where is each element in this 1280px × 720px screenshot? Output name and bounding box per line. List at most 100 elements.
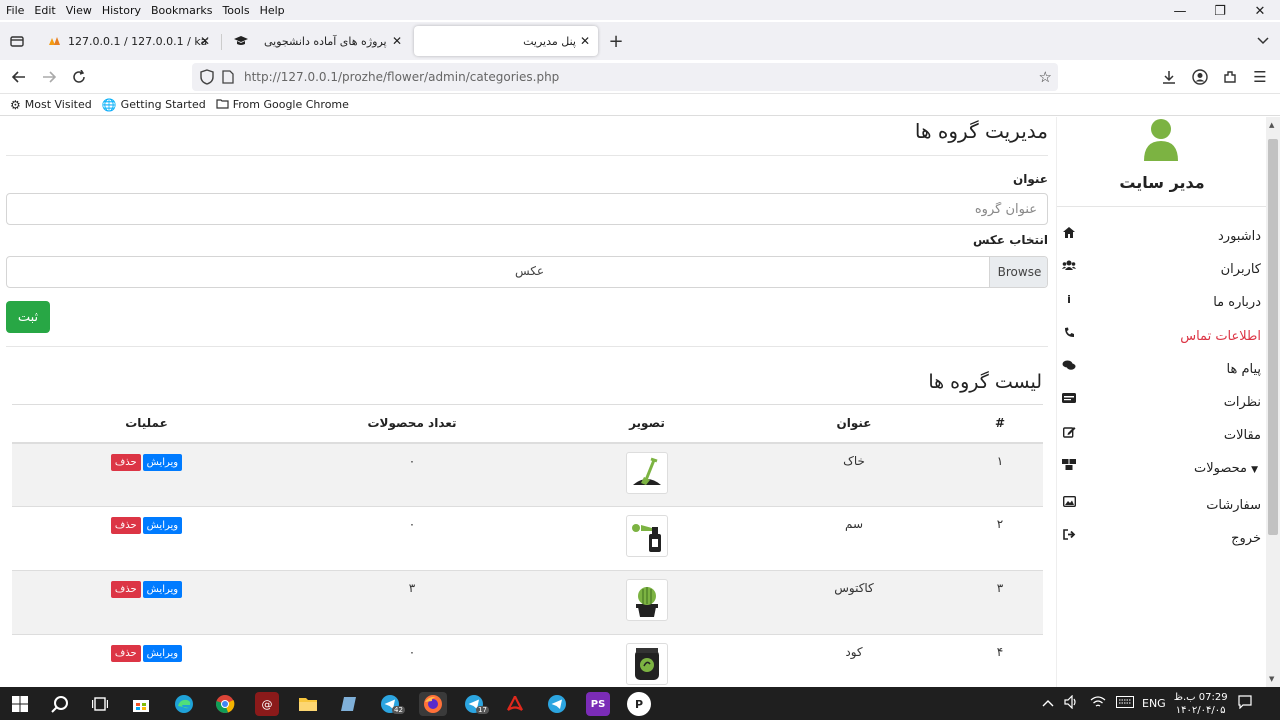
sidebar-item-label: کاربران (1220, 262, 1261, 277)
windows-taskbar: @ 42 17 PS P ENG 07:29 ب.ظ ۱۴۰۲/۰۴/۰۵ (0, 687, 1280, 720)
page-scrollbar[interactable]: ▲ ▼ (1266, 117, 1280, 687)
app-p-icon[interactable]: P (627, 692, 651, 716)
firefox-icon[interactable] (419, 692, 447, 716)
tab-close-icon[interactable]: ✕ (200, 34, 210, 48)
tab-phpmyadmin[interactable]: 127.0.0.1 / 127.0.0.1 / kafemobi ✕ (40, 26, 218, 56)
categories-table: # عنوان تصویر تعداد محصولات عملیات ۱ خاک (12, 404, 1043, 687)
home-icon (1061, 227, 1077, 241)
telegram-icon[interactable] (545, 692, 569, 716)
notepad-icon[interactable] (337, 692, 361, 716)
image-file-input[interactable]: Browse عکس (6, 256, 1048, 288)
url-text[interactable]: http://127.0.0.1/prozhe/flower/admin/cat… (244, 70, 559, 84)
bookmark-from-google-chrome[interactable]: From Google Chrome (216, 98, 349, 112)
forward-arrow-icon[interactable] (38, 66, 60, 88)
bookmark-label: Most Visited (24, 98, 92, 111)
scroll-down-icon[interactable]: ▼ (1269, 675, 1274, 683)
sidebar-item-articles[interactable]: مقالات (1057, 424, 1267, 448)
submit-button[interactable]: ثبت (6, 301, 50, 333)
search-icon[interactable] (48, 692, 72, 716)
wifi-icon[interactable] (1090, 695, 1106, 712)
tab-admin-panel[interactable]: پنل مدیریت ✕ (414, 26, 598, 56)
delete-button[interactable]: حذف (110, 517, 141, 534)
keyboard-icon[interactable] (1116, 696, 1134, 711)
sidebar-item-users[interactable]: کاربران (1057, 258, 1267, 282)
sidebar-item-contact[interactable]: اطلاعات تماس (1057, 325, 1267, 349)
chrome-icon[interactable] (213, 692, 237, 716)
edge-browser-icon[interactable] (172, 692, 196, 716)
store-icon[interactable] (129, 692, 153, 716)
clock-time: 07:29 ب.ظ (1173, 691, 1228, 703)
comments-icon (1061, 360, 1077, 374)
acrobat-icon[interactable] (503, 692, 527, 716)
menu-bookmarks[interactable]: Bookmarks (151, 4, 212, 17)
sidebar-item-messages[interactable]: پیام ها (1057, 358, 1267, 382)
bookmark-getting-started[interactable]: 🌐 Getting Started (102, 98, 206, 112)
edit-button[interactable]: ویرایش (142, 517, 183, 534)
sidebar-item-orders[interactable]: سفارشات (1057, 494, 1267, 518)
row-image-cell (543, 570, 751, 635)
app-red-icon[interactable]: @ (255, 692, 279, 716)
delete-button[interactable]: حذف (110, 645, 141, 662)
table-row: ۴ کود ۰ ویرایشحذف (12, 634, 1043, 687)
sidebar-item-products[interactable]: ▼ محصولات (1057, 457, 1267, 481)
row-actions: ویرایشحذف (12, 570, 281, 635)
tab-student-projects[interactable]: پروژه های آماده دانشجویی ✕ (226, 26, 410, 56)
sidebar-item-label: نظرات (1223, 395, 1261, 410)
notifications-icon[interactable] (1237, 695, 1252, 712)
browse-button[interactable]: Browse (989, 257, 1047, 287)
chevron-up-icon[interactable] (1042, 697, 1054, 710)
divider (1057, 206, 1267, 207)
spray-bottle-icon (626, 515, 668, 557)
account-icon[interactable] (1189, 66, 1211, 88)
extensions-icon[interactable] (1219, 66, 1241, 88)
restore-icon[interactable]: ❐ (1200, 0, 1240, 22)
phpmyadmin-icon (48, 34, 62, 48)
delete-button[interactable]: حذف (110, 453, 141, 471)
site-admin-name: مدیر سایت (1119, 173, 1205, 192)
volume-icon[interactable] (1064, 694, 1080, 712)
menu-file[interactable]: File (6, 4, 24, 17)
clock[interactable]: 07:29 ب.ظ ۱۴۰۲/۰۴/۰۵ (1174, 691, 1228, 717)
scroll-up-icon[interactable]: ▲ (1269, 121, 1274, 129)
close-icon[interactable]: ✕ (1240, 0, 1280, 22)
list-title: لیست گروه ها (928, 371, 1042, 393)
tab-overview-icon[interactable] (6, 30, 28, 52)
menu-help[interactable]: Help (260, 4, 285, 17)
language-indicator[interactable]: ENG (1142, 697, 1166, 710)
menu-view[interactable]: View (66, 4, 92, 17)
hamburger-menu-icon[interactable]: ☰ (1249, 66, 1271, 88)
file-explorer-icon[interactable] (296, 692, 320, 716)
info-icon: i (1067, 293, 1071, 306)
edit-button[interactable]: ویرایش (142, 645, 183, 662)
edit-button[interactable]: ویرایش (142, 453, 183, 471)
delete-button[interactable]: حذف (110, 581, 141, 598)
menu-edit[interactable]: Edit (34, 4, 55, 17)
sidebar-item-logout[interactable]: خروج (1057, 527, 1267, 551)
menu-history[interactable]: History (102, 4, 141, 17)
edit-button[interactable]: ویرایش (142, 581, 183, 598)
minimize-icon[interactable]: — (1160, 0, 1200, 22)
list-all-tabs-icon[interactable] (1252, 30, 1274, 52)
page-viewport: مدیریت گروه ها عنوان انتخاب عکس Browse ع… (0, 117, 1280, 687)
boxes-icon (1061, 459, 1077, 473)
phpstorm-icon[interactable]: PS (586, 692, 610, 716)
category-title-input[interactable] (6, 193, 1048, 225)
task-view-icon[interactable] (88, 692, 112, 716)
bookmark-most-visited[interactable]: ⚙ Most Visited (10, 98, 92, 112)
bookmark-star-icon[interactable]: ☆ (1039, 68, 1052, 86)
sidebar-item-comments[interactable]: نظرات (1057, 391, 1267, 415)
menu-tools[interactable]: Tools (222, 4, 249, 17)
downloads-icon[interactable] (1158, 66, 1180, 88)
page-info-icon[interactable] (222, 70, 234, 87)
tab-close-icon[interactable]: ✕ (580, 34, 590, 48)
reload-icon[interactable] (68, 66, 90, 88)
url-bar[interactable]: http://127.0.0.1/prozhe/flower/admin/cat… (192, 63, 1058, 91)
sidebar-item-about[interactable]: i درباره ما (1057, 291, 1267, 315)
new-tab-icon[interactable]: + (605, 30, 627, 52)
scrollbar-thumb[interactable] (1268, 139, 1278, 535)
tab-close-icon[interactable]: ✕ (392, 34, 402, 48)
shield-icon[interactable] (200, 69, 214, 88)
back-arrow-icon[interactable] (8, 66, 30, 88)
sidebar-item-dashboard[interactable]: داشبورد (1057, 225, 1267, 249)
windows-start-icon[interactable] (8, 692, 32, 716)
